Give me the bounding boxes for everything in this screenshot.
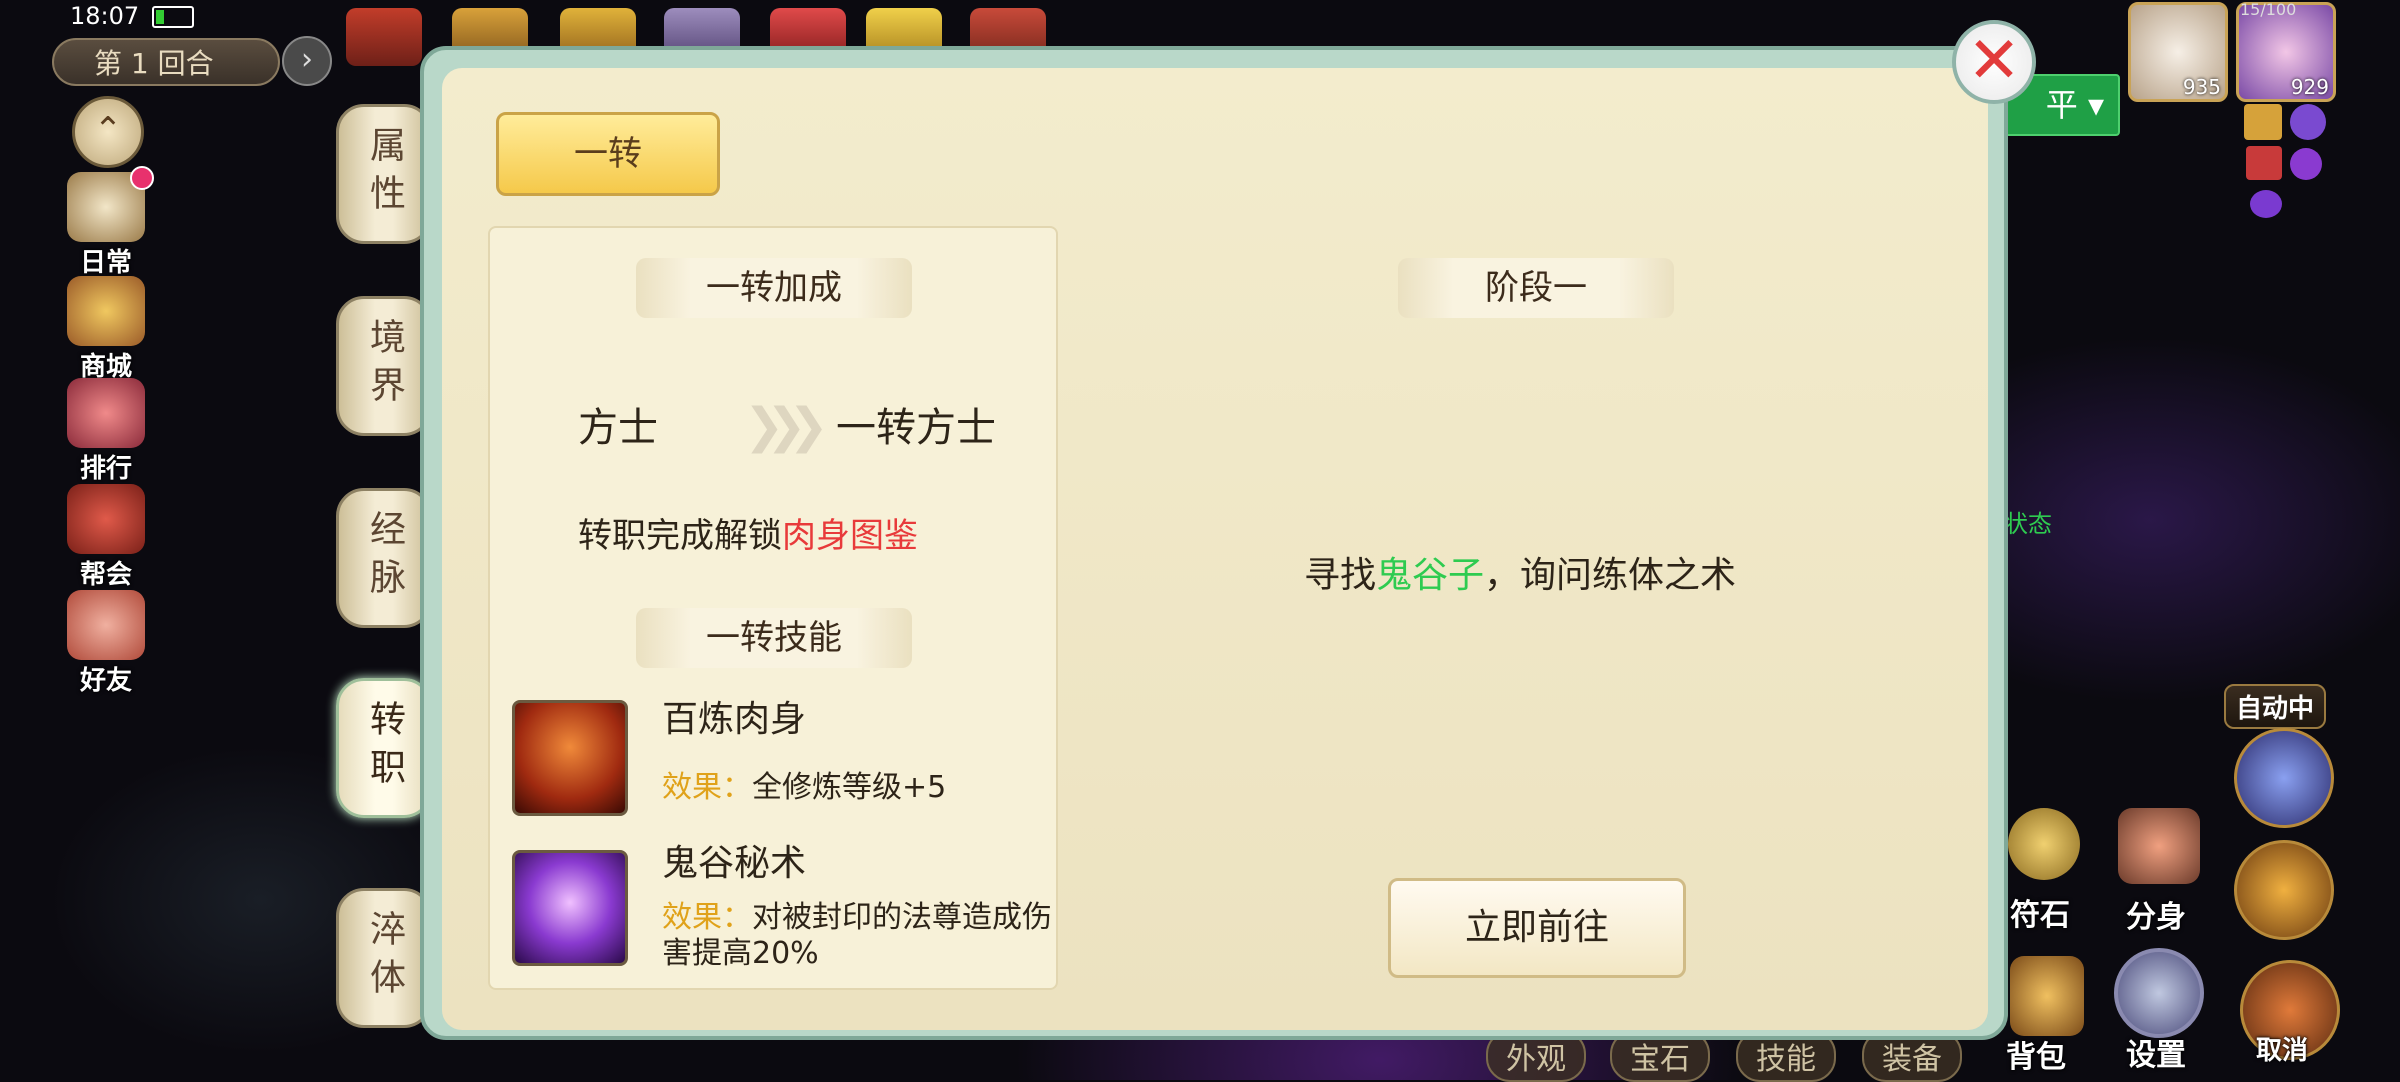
collapse-up-icon[interactable]: ⌃ <box>72 96 144 168</box>
battery-icon <box>152 6 194 28</box>
tab-class-change[interactable]: 转职 <box>336 678 432 818</box>
close-button[interactable]: ✕ <box>1952 20 2036 104</box>
go-now-button[interactable]: 立即前往 <box>1388 878 1686 978</box>
friends-button[interactable]: 好友 <box>58 590 154 697</box>
buff-icon <box>2250 190 2282 218</box>
rune-icon <box>2008 808 2080 880</box>
skill-effect: 效果：全修炼等级+5 <box>662 770 947 805</box>
bag-button[interactable]: 背包 <box>2006 1032 2066 1076</box>
task-npc-link[interactable]: 鬼谷子 <box>1376 555 1484 596</box>
buff-icon <box>2246 146 2282 180</box>
gear-icon <box>2114 948 2204 1038</box>
close-icon: ✕ <box>1967 24 2021 98</box>
settings-button[interactable]: 设置 <box>2126 1030 2186 1074</box>
to-class: 一转方士 <box>836 405 996 451</box>
from-class: 方士 <box>578 405 658 451</box>
cancel-button[interactable]: 取消 <box>2256 1030 2308 1067</box>
buff-icon <box>2290 104 2326 140</box>
skill-slot-1[interactable] <box>2234 728 2334 828</box>
unlock-text: 转职完成解锁肉身图鉴 <box>578 516 918 556</box>
tab-meridians[interactable]: 经脉 <box>336 488 432 628</box>
skill-slot-2[interactable] <box>2234 840 2334 940</box>
skill-body-icon[interactable] <box>512 700 628 816</box>
shop-icon <box>67 276 145 346</box>
clock: 18:07 <box>70 2 140 30</box>
stage-title: 阶段一 <box>1398 258 1674 318</box>
rank-one-button[interactable]: 一转 <box>496 112 720 196</box>
hp-text: 15/100 <box>2240 0 2297 19</box>
buff-icon <box>2290 148 2322 180</box>
chevron-right-icon[interactable]: › <box>282 36 332 86</box>
ranking-icon <box>67 378 145 448</box>
bag-icon <box>2010 956 2084 1036</box>
auto-battle-label: 自动中 <box>2224 684 2327 729</box>
bonus-title: 一转加成 <box>636 258 912 318</box>
state-text: 状态 <box>2004 510 2052 538</box>
guild-button[interactable]: 帮会 <box>58 484 154 591</box>
task-text: 寻找鬼谷子，询问练体之术 <box>1304 555 1737 596</box>
pet-avatar[interactable]: 935 <box>2128 2 2228 102</box>
gift-icon[interactable] <box>346 8 422 66</box>
rune-button[interactable]: 符石 <box>2010 890 2070 934</box>
skill-ghost-valley-icon[interactable] <box>512 850 628 966</box>
skill-name: 百炼肉身 <box>662 699 807 740</box>
ranking-button[interactable]: 排行 <box>58 378 154 485</box>
clone-icon <box>2118 808 2200 884</box>
unlock-highlight[interactable]: 肉身图鉴 <box>782 516 918 556</box>
skill-name: 鬼谷秘术 <box>662 843 807 884</box>
notification-dot <box>130 166 154 190</box>
clone-button[interactable]: 分身 <box>2126 892 2186 936</box>
shop-button[interactable]: 商城 <box>58 276 154 383</box>
round-indicator: 第 1 回合 <box>52 38 280 86</box>
skill-effect: 效果：对被封印的法尊造成伤害提高20% <box>662 900 1052 971</box>
skills-title: 一转技能 <box>636 608 912 668</box>
buff-icon <box>2244 104 2282 140</box>
friends-icon <box>67 590 145 660</box>
tab-body-tempering[interactable]: 淬体 <box>336 888 432 1028</box>
tab-realm[interactable]: 境界 <box>336 296 432 436</box>
guild-icon <box>67 484 145 554</box>
tab-attributes[interactable]: 属性 <box>336 104 432 244</box>
double-chevron-right-icon: ❯❯❯ <box>744 398 829 454</box>
daily-button[interactable]: 日常 <box>58 166 154 279</box>
